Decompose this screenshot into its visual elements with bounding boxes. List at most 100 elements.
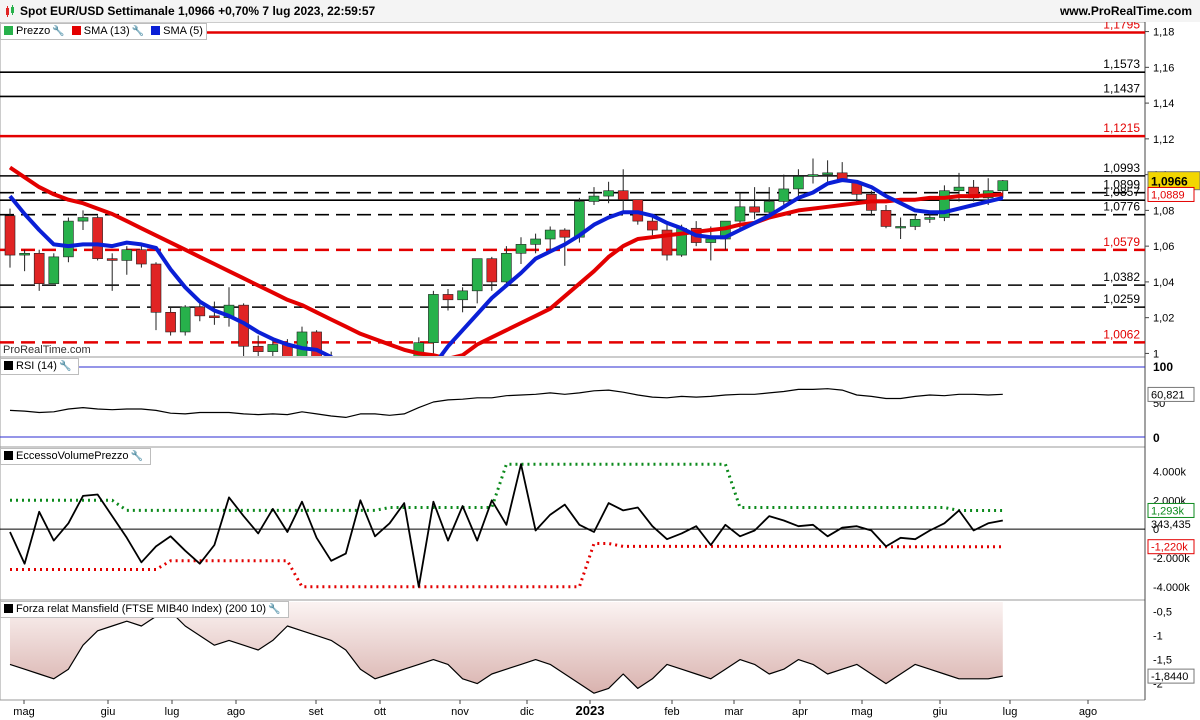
price-tick-label: 1,12 xyxy=(1153,134,1174,146)
eccesso-upper-badge: 1,293k xyxy=(1151,505,1185,517)
candle-body xyxy=(501,252,512,283)
candle-body xyxy=(179,306,191,333)
price-tick-label: 1 xyxy=(1153,348,1159,360)
candle-body xyxy=(471,258,483,292)
price-tick-label: 1,06 xyxy=(1153,241,1174,253)
x-tick-label: nov xyxy=(451,706,469,718)
mansfield-tick-label: -1 xyxy=(1153,631,1163,643)
candle-body xyxy=(924,217,936,220)
wrench-icon[interactable]: 🔧 xyxy=(132,26,144,37)
x-tick-label: ago xyxy=(227,706,245,718)
level-label: 1,0776 xyxy=(1103,200,1140,214)
price-tick-label: 1,14 xyxy=(1153,98,1174,110)
candle-body xyxy=(77,217,89,222)
eccesso-legend: EccessoVolumePrezzo 🔧 xyxy=(0,448,151,465)
x-tick-label: ott xyxy=(374,706,386,718)
sma5-swatch xyxy=(151,26,161,35)
candle-body xyxy=(267,344,279,352)
x-tick-label: mag xyxy=(13,706,34,718)
x-tick-label: giu xyxy=(933,706,948,718)
candle-body xyxy=(106,258,118,261)
candle-body xyxy=(603,190,614,197)
candle-body xyxy=(617,190,629,200)
price-legend-label: Prezzo xyxy=(16,25,51,37)
candlestick-icon xyxy=(6,5,14,17)
eccesso-lower-badge: -1,220k xyxy=(1151,542,1188,554)
watermark: ProRealTime.com xyxy=(3,344,91,356)
candle-body xyxy=(749,206,760,213)
candle-body xyxy=(909,219,921,227)
x-tick-label: dic xyxy=(520,706,535,718)
rsi-badge: 60,821 xyxy=(1151,389,1185,401)
wrench-icon[interactable]: 🔧 xyxy=(131,451,143,462)
candle-body xyxy=(4,215,16,256)
candle-body xyxy=(165,311,176,333)
price-tick-label: 1,16 xyxy=(1153,62,1174,74)
x-tick-label: mag xyxy=(851,706,872,718)
candle-body xyxy=(793,176,804,190)
wrench-icon[interactable]: 🔧 xyxy=(59,361,71,372)
level-label: 1,0857 xyxy=(1103,185,1140,199)
mansfield-legend-label: Forza relat Mansfield (FTSE MIB40 Index)… xyxy=(16,603,267,615)
site-url[interactable]: www.ProRealTime.com xyxy=(1060,4,1192,18)
candle-body xyxy=(647,220,658,231)
candle-body xyxy=(953,186,965,192)
level-label: 1,0993 xyxy=(1103,161,1140,175)
level-label: 1,0382 xyxy=(1103,270,1140,284)
candle-body xyxy=(33,252,45,284)
candle-body xyxy=(734,206,746,222)
candle-body xyxy=(530,238,541,245)
rsi-tick-label: 0 xyxy=(1153,431,1160,445)
sma13-badge: 1,0889 xyxy=(1151,189,1185,201)
eccesso-tick-label: -2.000k xyxy=(1153,553,1190,565)
level-label: 1,1573 xyxy=(1103,57,1140,71)
mansfield-swatch xyxy=(4,604,13,613)
x-tick-label: set xyxy=(309,706,324,718)
candle-body xyxy=(136,249,147,265)
candle-body xyxy=(807,174,819,177)
x-tick-label: apr xyxy=(792,706,808,718)
x-tick-label: 2023 xyxy=(576,703,605,718)
rsi-tick-label: 100 xyxy=(1153,360,1173,374)
title-bar: Spot EUR/USD Settimanale 1,0966 +0,70% 7… xyxy=(0,0,1200,23)
candle-body xyxy=(705,238,717,243)
x-tick-label: lug xyxy=(1003,706,1018,718)
candle-body xyxy=(428,294,439,343)
candle-body xyxy=(559,229,571,238)
chart-title: Spot EUR/USD Settimanale 1,0966 +0,70% 7… xyxy=(20,4,376,18)
candle-body xyxy=(515,244,527,254)
mansfield-badge: -1,8440 xyxy=(1151,671,1188,683)
price-tick-label: 1,04 xyxy=(1153,277,1174,289)
wrench-icon[interactable]: 🔧 xyxy=(52,26,64,37)
x-tick-label: lug xyxy=(165,706,180,718)
candle-body xyxy=(442,294,454,301)
price-tick-label: 1,02 xyxy=(1153,313,1174,325)
mansfield-legend: Forza relat Mansfield (FTSE MIB40 Index)… xyxy=(0,601,289,618)
level-label: 1,0259 xyxy=(1103,292,1140,306)
eccesso-value-badge: 343,435 xyxy=(1151,519,1191,531)
level-label: 1,1215 xyxy=(1103,121,1140,135)
sma13-legend-label: SMA (13) xyxy=(83,25,130,37)
price-tick-label: 1,08 xyxy=(1153,205,1174,217)
candle-body xyxy=(895,226,906,229)
rsi-panel xyxy=(0,356,1146,448)
rsi-legend: RSI (14) 🔧 xyxy=(0,358,80,375)
candle-body xyxy=(822,172,833,175)
rsi-legend-label: RSI (14) xyxy=(16,360,57,372)
x-tick-label: ago xyxy=(1079,706,1097,718)
price-tick-label: 1,18 xyxy=(1153,27,1174,39)
rsi-swatch xyxy=(4,361,13,370)
candle-body xyxy=(150,263,162,313)
x-tick-label: feb xyxy=(664,706,679,718)
chart-window: Spot EUR/USD Settimanale 1,0966 +0,70% 7… xyxy=(0,0,1200,720)
eccesso-tick-label: -4.000k xyxy=(1153,582,1190,594)
level-label: 1,1437 xyxy=(1103,81,1140,95)
candle-body xyxy=(19,252,30,256)
candle-body xyxy=(778,188,790,202)
eccesso-swatch xyxy=(4,451,13,460)
level-label: 1,0062 xyxy=(1103,327,1140,341)
level-label: 1,1795 xyxy=(1103,22,1140,31)
candle-body xyxy=(48,256,60,284)
x-tick-label: mar xyxy=(725,706,744,718)
wrench-icon[interactable]: 🔧 xyxy=(268,604,280,615)
